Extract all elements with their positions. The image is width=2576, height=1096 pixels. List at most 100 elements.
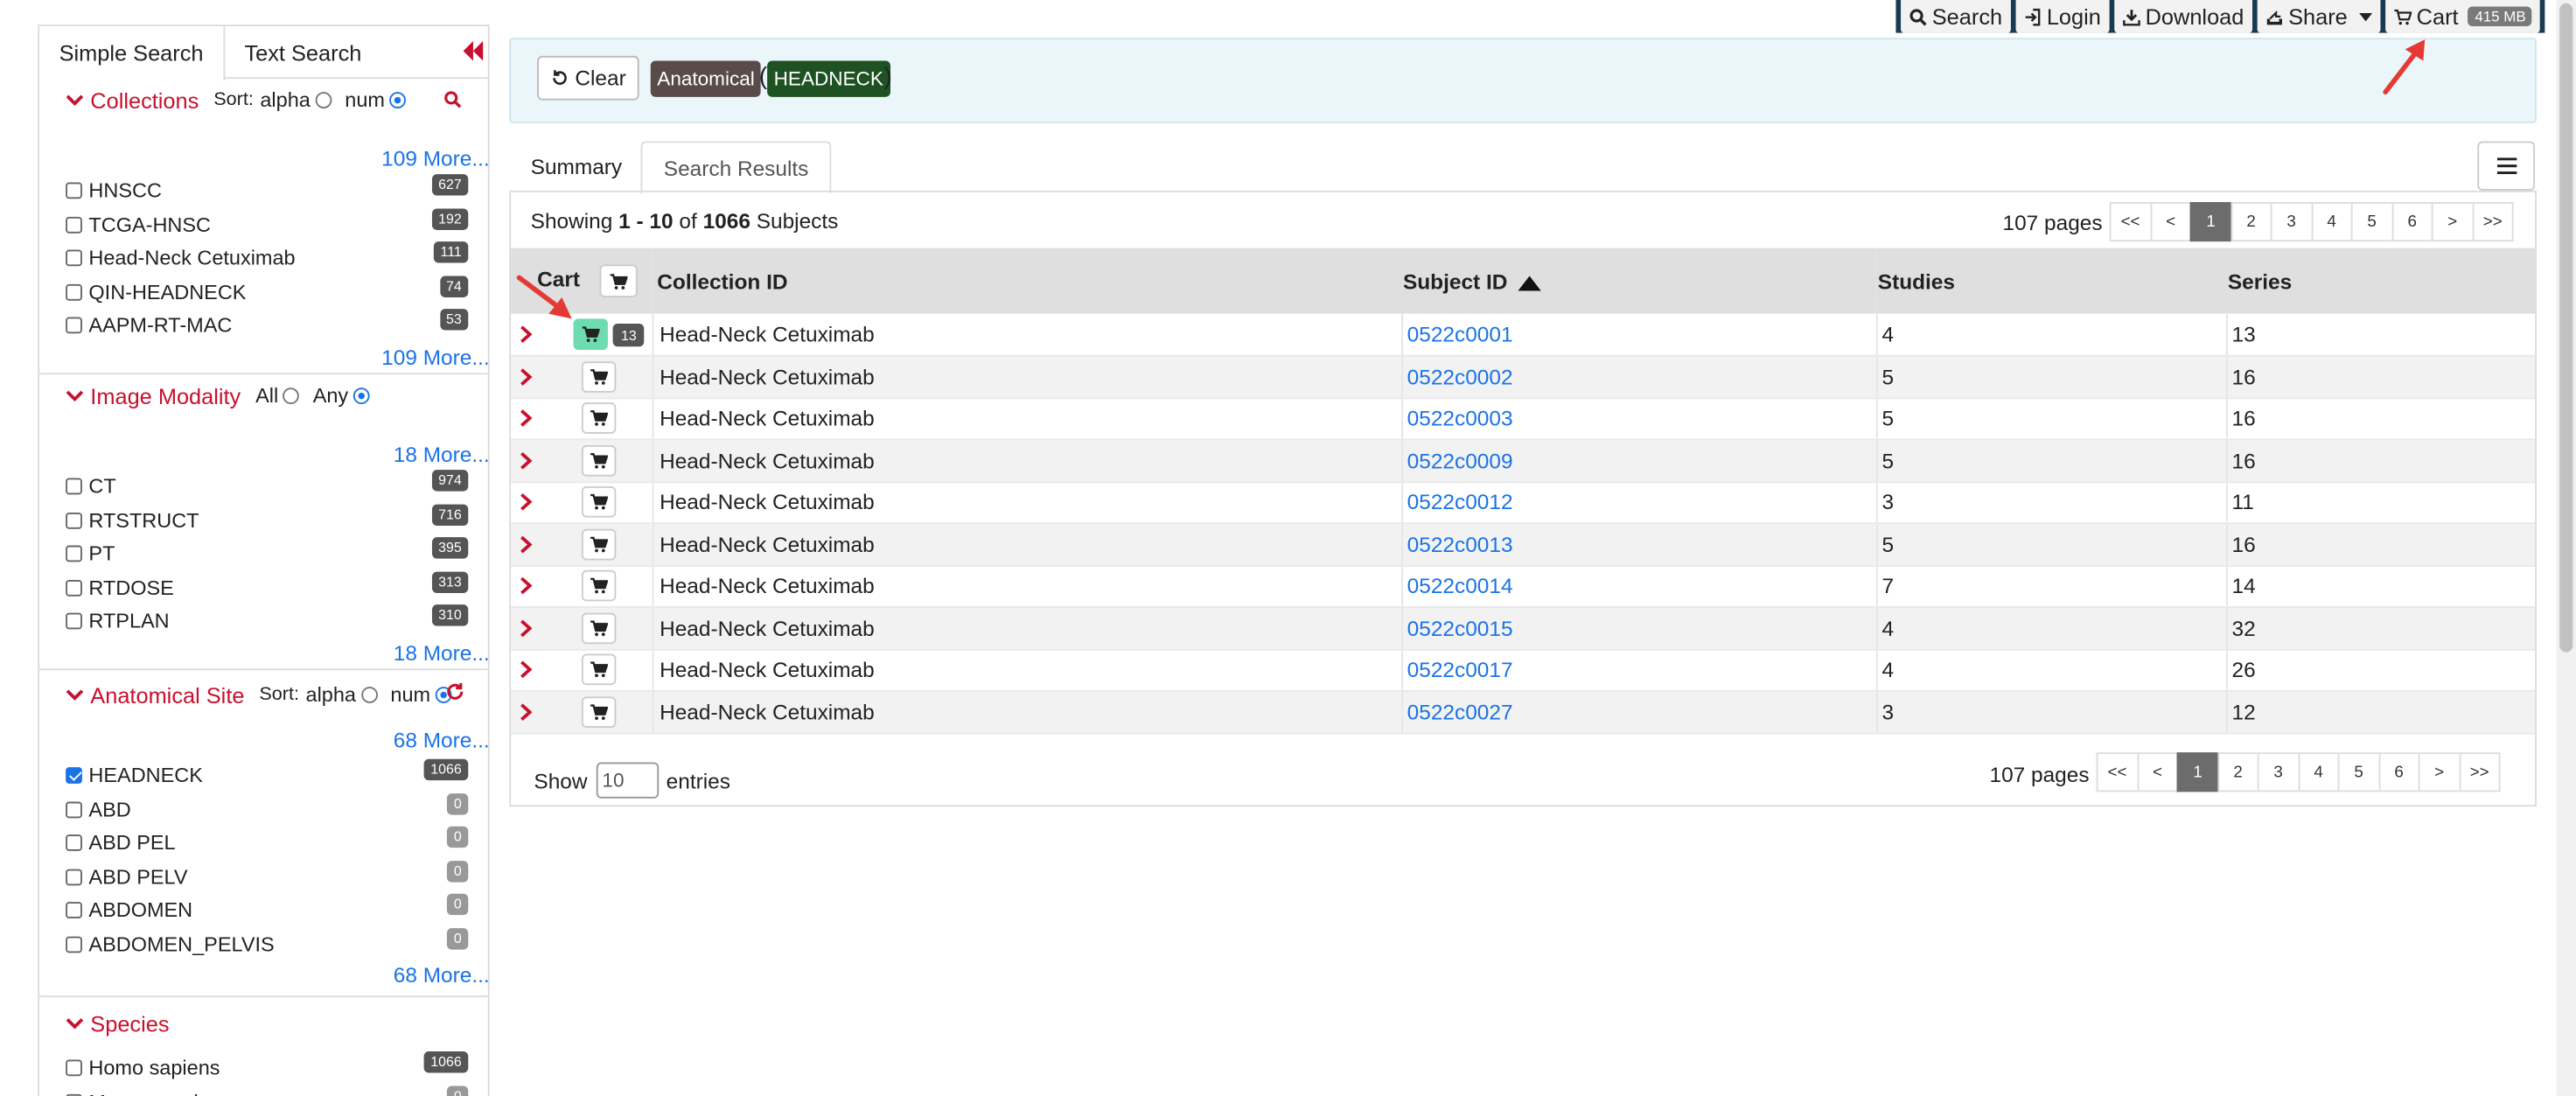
column-menu-button[interactable] [2477, 141, 2536, 191]
species-title[interactable]: Species [90, 1011, 169, 1036]
modality-more-link[interactable]: 18 More... [39, 440, 488, 470]
collections-more-link-bottom[interactable]: 109 More... [39, 343, 488, 373]
sort-alpha-radio[interactable] [315, 92, 332, 108]
sort-num-radio[interactable] [389, 92, 407, 108]
facet-item[interactable]: AAPM-RT-MAC 53 [39, 309, 488, 343]
chevron-down-icon[interactable] [66, 389, 84, 402]
facet-checkbox[interactable] [66, 834, 82, 852]
page-button[interactable]: < [2149, 202, 2192, 242]
nav-share-button[interactable]: Share [2257, 0, 2381, 33]
page-button[interactable]: 1 [2176, 752, 2219, 792]
filter-category-tag[interactable]: Anatomical [650, 60, 762, 97]
subject-link[interactable]: 0522c0015 [1407, 616, 1513, 640]
add-to-cart-button[interactable] [581, 402, 617, 435]
add-to-cart-button[interactable] [581, 570, 617, 602]
facet-checkbox[interactable] [66, 613, 82, 630]
subject-link[interactable]: 0522c0027 [1407, 700, 1513, 724]
facet-item[interactable]: PT 395 [39, 537, 488, 571]
facet-checkbox[interactable] [66, 936, 82, 953]
add-to-cart-button[interactable] [581, 444, 617, 477]
facet-item[interactable]: ABDOMEN 0 [39, 893, 488, 928]
collapse-sidebar-icon[interactable] [462, 40, 485, 61]
chevron-right-icon[interactable] [520, 660, 533, 680]
add-to-cart-button[interactable] [573, 318, 608, 351]
chevron-right-icon[interactable] [520, 325, 533, 344]
facet-checkbox[interactable] [66, 512, 82, 529]
add-to-cart-button[interactable] [581, 486, 617, 519]
scrollbar-thumb[interactable] [2559, 3, 2573, 653]
nav-download-button[interactable]: Download [2113, 0, 2252, 33]
chevron-right-icon[interactable] [520, 577, 533, 596]
chevron-right-icon[interactable] [520, 619, 533, 638]
page-button[interactable]: 5 [2337, 752, 2380, 792]
facet-item[interactable]: ABD 0 [39, 792, 488, 827]
facet-item[interactable]: ABD PELV 0 [39, 860, 488, 894]
facet-checkbox[interactable] [66, 767, 82, 785]
facet-checkbox[interactable] [66, 546, 82, 562]
subject-link[interactable]: 0522c0009 [1407, 448, 1513, 472]
page-button[interactable]: 1 [2189, 202, 2232, 242]
nav-cart-button[interactable]: Cart 415 MB [2384, 0, 2541, 33]
nav-login-button[interactable]: Login [2015, 0, 2110, 33]
clear-filters-button[interactable]: Clear [537, 55, 639, 101]
chevron-right-icon[interactable] [520, 367, 533, 386]
subject-link[interactable]: 0522c0003 [1407, 406, 1513, 430]
facet-checkbox[interactable] [66, 249, 82, 267]
page-button[interactable]: 3 [2270, 202, 2313, 242]
filter-value-tag[interactable]: HEADNECK [767, 60, 890, 97]
page-button[interactable]: 3 [2257, 752, 2300, 792]
anatomical-more-link[interactable]: 68 More... [39, 726, 488, 756]
facet-checkbox[interactable] [66, 317, 82, 334]
page-scrollbar[interactable] [2556, 0, 2576, 1096]
add-all-to-cart-button[interactable] [598, 264, 638, 297]
facet-item[interactable]: CT 974 [39, 470, 488, 504]
page-button[interactable]: << [2109, 202, 2152, 242]
add-to-cart-button[interactable] [581, 612, 617, 644]
facet-item[interactable]: ABDOMEN_PELVIS 0 [39, 927, 488, 961]
collections-sort-alpha[interactable]: alpha [260, 88, 332, 112]
chevron-down-icon[interactable] [66, 688, 84, 702]
facet-item[interactable]: RTPLAN 310 [39, 604, 488, 639]
facet-checkbox[interactable] [66, 478, 82, 495]
reset-icon[interactable] [445, 681, 465, 702]
add-to-cart-button[interactable] [581, 653, 617, 686]
page-button[interactable]: 4 [2310, 202, 2353, 242]
facet-item[interactable]: RTDOSE 313 [39, 570, 488, 605]
entries-per-page-input[interactable] [595, 762, 659, 799]
subject-link[interactable]: 0522c0013 [1407, 532, 1513, 556]
add-to-cart-button[interactable] [581, 528, 617, 560]
chevron-right-icon[interactable] [520, 451, 533, 470]
collections-sort-num[interactable]: num [345, 88, 407, 112]
page-button[interactable]: 5 [2350, 202, 2393, 242]
page-button[interactable]: < [2136, 752, 2179, 792]
facet-item[interactable]: QIN-HEADNECK 74 [39, 275, 488, 310]
facet-item[interactable]: RTSTRUCT 716 [39, 503, 488, 538]
collections-more-link[interactable]: 109 More... [39, 144, 488, 174]
subject-link[interactable]: 0522c0014 [1407, 574, 1513, 598]
subject-link[interactable]: 0522c0012 [1407, 490, 1513, 514]
chevron-right-icon[interactable] [520, 702, 533, 721]
tab-search-results[interactable]: Search Results [640, 141, 832, 194]
tab-summary[interactable]: Summary [509, 142, 643, 192]
anatomical-sort-alpha[interactable]: alpha [306, 683, 378, 707]
page-button[interactable]: << [2096, 752, 2139, 792]
facet-checkbox[interactable] [66, 1059, 82, 1077]
chevron-right-icon[interactable] [520, 535, 533, 554]
page-button[interactable]: 2 [2216, 752, 2259, 792]
facet-item[interactable]: Head-Neck Cetuximab 111 [39, 241, 488, 276]
facet-checkbox[interactable] [66, 869, 82, 885]
modality-all-option[interactable]: All [255, 384, 300, 408]
page-button[interactable]: > [2418, 752, 2461, 792]
page-button[interactable]: 6 [2377, 752, 2420, 792]
chevron-right-icon[interactable] [520, 409, 533, 428]
page-button[interactable]: > [2431, 202, 2474, 242]
col-header-studies[interactable]: Studies [1875, 248, 2226, 314]
col-header-subject[interactable]: Subject ID [1401, 248, 1876, 314]
page-button[interactable]: >> [2471, 202, 2514, 242]
modality-title[interactable]: Image Modality [90, 384, 241, 408]
modality-any-option[interactable]: Any [313, 384, 370, 408]
page-button[interactable]: >> [2458, 752, 2501, 792]
add-to-cart-button[interactable] [581, 360, 617, 393]
facet-item[interactable]: HEADNECK 1066 [39, 758, 488, 793]
nav-search-button[interactable]: Search [1901, 0, 2011, 33]
